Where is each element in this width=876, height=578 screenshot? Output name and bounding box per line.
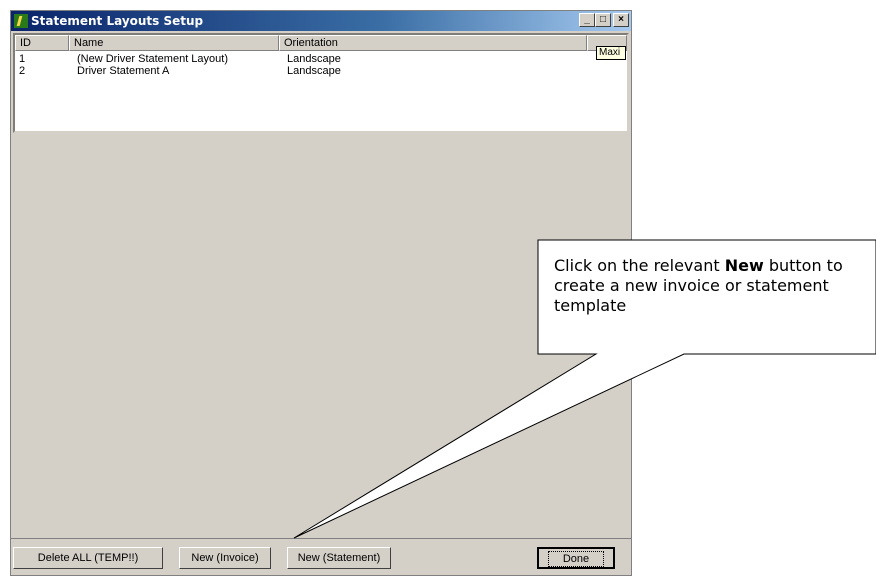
title-bar[interactable]: Statement Layouts Setup _ □ × xyxy=(11,11,631,31)
minimize-button[interactable]: _ xyxy=(579,13,595,27)
layouts-list[interactable]: ID Name Orientation 1 (New Driver Statem… xyxy=(13,33,629,133)
statement-layouts-window: Statement Layouts Setup _ □ × ID Name Or… xyxy=(10,10,632,576)
maximize-tooltip: Maxi xyxy=(596,46,626,60)
list-item[interactable]: 1 (New Driver Statement Layout) Landscap… xyxy=(15,53,627,65)
column-header-id[interactable]: ID xyxy=(15,35,69,51)
app-icon xyxy=(14,14,28,28)
column-header-name[interactable]: Name xyxy=(69,35,279,51)
callout-text: Click on the relevant New button to crea… xyxy=(554,256,874,316)
delete-all-button[interactable]: Delete ALL (TEMP!!) xyxy=(13,547,163,569)
row-orientation: Landscape xyxy=(287,53,341,65)
button-bar: Delete ALL (TEMP!!) New (Invoice) New (S… xyxy=(11,538,631,575)
done-button[interactable]: Done xyxy=(537,547,615,569)
callout-prefix: Click on the relevant xyxy=(554,256,725,275)
row-orientation: Landscape xyxy=(287,65,341,77)
new-invoice-button[interactable]: New (Invoice) xyxy=(179,547,271,569)
window-title: Statement Layouts Setup xyxy=(31,14,204,28)
row-id: 2 xyxy=(19,65,26,77)
new-statement-button[interactable]: New (Statement) xyxy=(287,547,391,569)
done-button-label: Done xyxy=(547,551,605,567)
callout-bold: New xyxy=(724,256,764,275)
list-item[interactable]: 2 Driver Statement A Landscape xyxy=(15,65,627,77)
maximize-button[interactable]: □ xyxy=(595,13,611,27)
row-name: Driver Statement A xyxy=(77,65,170,77)
row-name: (New Driver Statement Layout) xyxy=(77,53,228,65)
row-id: 1 xyxy=(19,53,26,65)
close-button[interactable]: × xyxy=(613,13,629,27)
column-header-orientation[interactable]: Orientation xyxy=(279,35,587,51)
list-header: ID Name Orientation xyxy=(15,35,627,51)
